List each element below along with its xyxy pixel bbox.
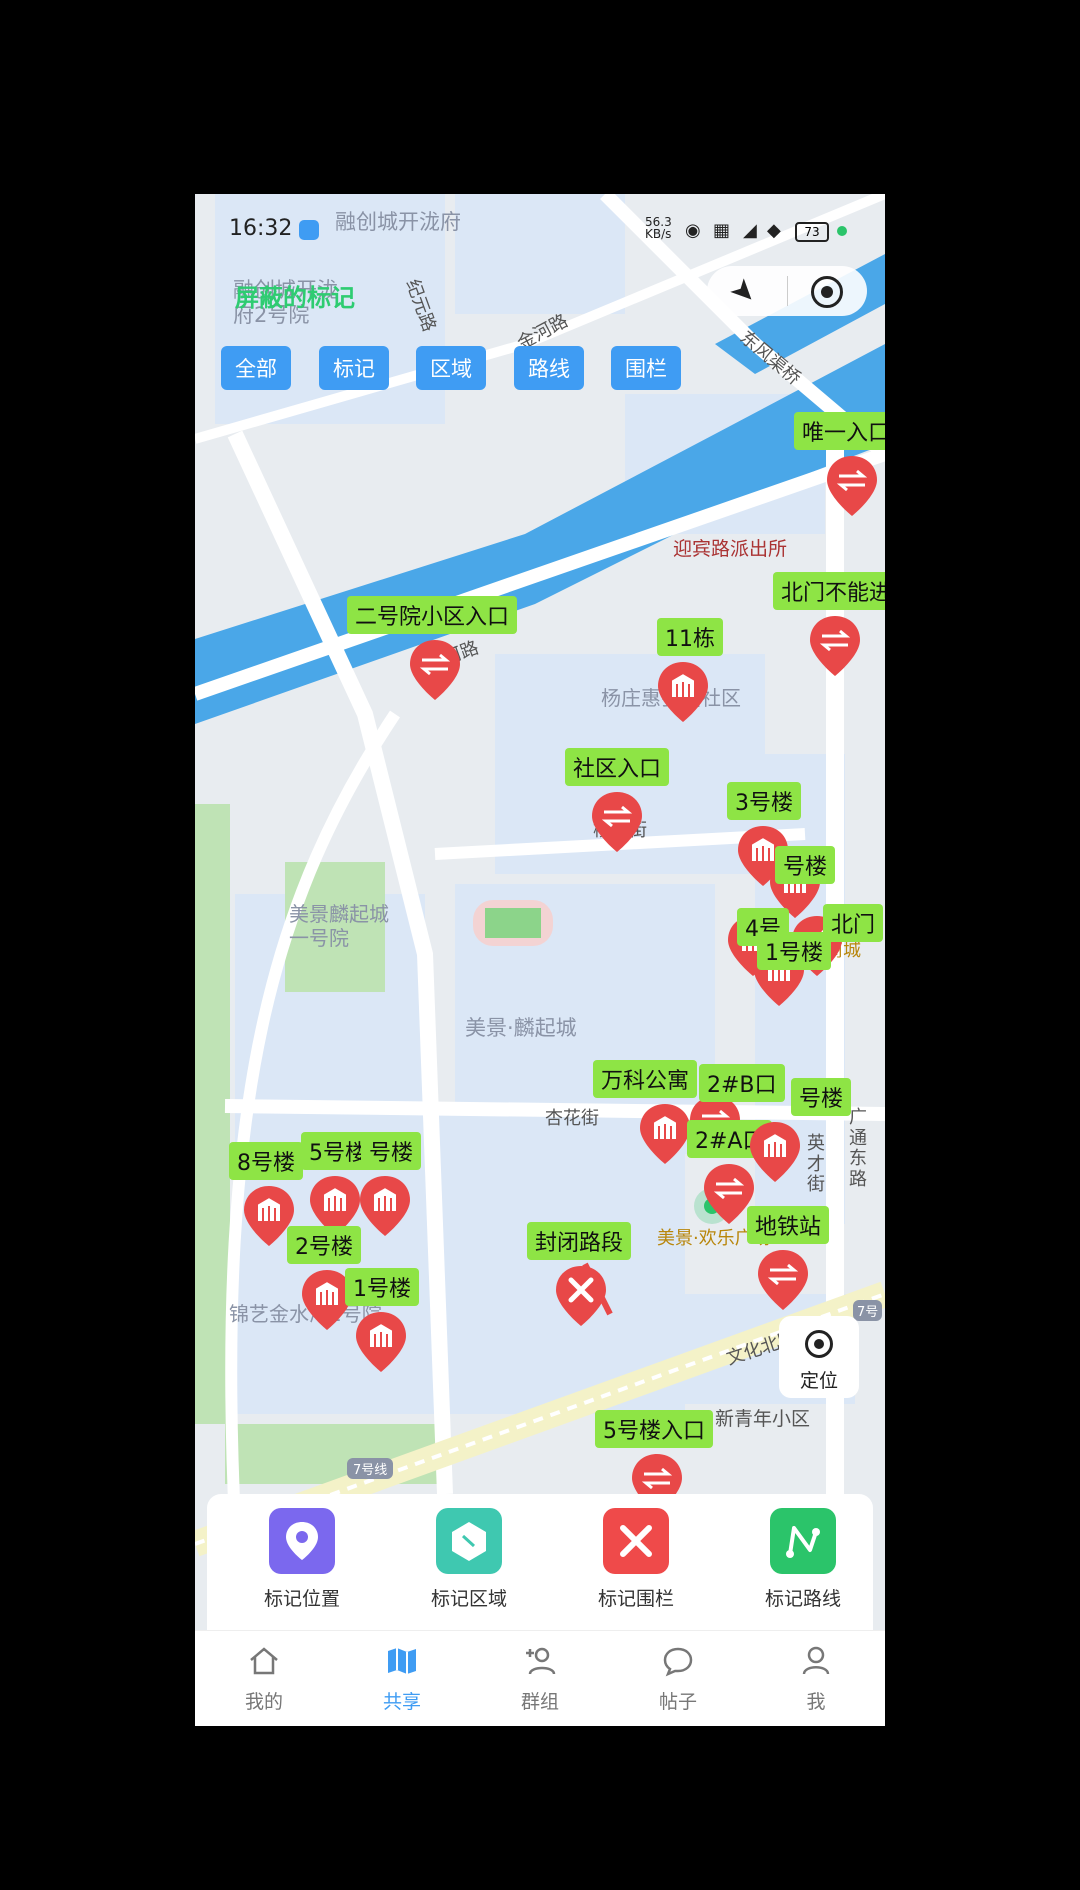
marker-label[interactable]: 5号楼入口 xyxy=(595,1410,713,1448)
mark-fence-button[interactable]: 标记围栏 xyxy=(576,1508,696,1611)
app-notification-icon xyxy=(299,220,319,240)
marker-label[interactable]: 2号楼 xyxy=(287,1226,361,1264)
entrance-pin-icon[interactable] xyxy=(590,790,644,854)
marker-label[interactable]: 北门不能进 xyxy=(773,572,885,610)
locate-button[interactable]: 定位 xyxy=(779,1316,859,1398)
marker-label[interactable]: 号楼 xyxy=(361,1132,422,1170)
map-controls: ➤ xyxy=(707,266,867,316)
bottom-nav: 我的 共享 群组 帖子 我 xyxy=(195,1630,885,1726)
entrance-pin-icon[interactable] xyxy=(808,614,862,678)
filter-areas[interactable]: 区域 xyxy=(416,346,486,390)
marker-label[interactable]: 号楼 xyxy=(775,846,836,884)
battery-icon: 73 xyxy=(795,222,829,242)
map-icon xyxy=(388,1648,416,1674)
navigate-arrow-icon[interactable]: ➤ xyxy=(722,270,765,313)
action-label: 标记路线 xyxy=(764,1588,841,1610)
marker-label[interactable]: 号楼 xyxy=(791,1078,852,1116)
tab-mine[interactable]: 我的 xyxy=(219,1643,309,1714)
home-icon xyxy=(250,1647,278,1675)
route-icon xyxy=(770,1508,836,1574)
net-speed: 56.3 KB/s xyxy=(645,215,672,241)
hexagon-area-icon xyxy=(436,1508,502,1574)
action-label: 标记区域 xyxy=(430,1588,507,1610)
filter-all[interactable]: 全部 xyxy=(221,346,291,390)
marker-label[interactable]: 8号楼 xyxy=(229,1142,303,1180)
action-label: 标记位置 xyxy=(263,1588,340,1610)
phone-screen: 融创城开泷府 融创城开泷府2号院 纪元路 金河路 东风渠桥 江河路 迎宾路派出所… xyxy=(195,194,885,1726)
filter-marks[interactable]: 标记 xyxy=(319,346,389,390)
location-pin-icon xyxy=(269,1508,335,1574)
map-label-police: 迎宾路派出所 xyxy=(673,538,788,560)
map-label-metro: 7号线 xyxy=(347,1458,394,1479)
nfc-icon: ▦ xyxy=(713,220,731,241)
building-pin-icon[interactable] xyxy=(748,1120,802,1184)
marker-label[interactable]: 二号院小区入口 xyxy=(347,596,518,634)
marker-label[interactable]: 社区入口 xyxy=(565,748,670,786)
map-label-road: 英才街 xyxy=(807,1133,825,1196)
tab-posts[interactable]: 帖子 xyxy=(633,1643,723,1714)
privacy-dot-icon xyxy=(837,226,847,236)
mark-route-button[interactable]: 标记路线 xyxy=(743,1508,863,1611)
map-label-estate: 美景·麟起城 xyxy=(465,1016,577,1040)
locate-label: 定位 xyxy=(799,1370,838,1392)
tab-label: 群组 xyxy=(520,1691,559,1713)
tab-label: 共享 xyxy=(382,1691,421,1713)
entrance-pin-icon[interactable] xyxy=(825,454,879,518)
mark-location-button[interactable]: 标记位置 xyxy=(242,1508,362,1611)
close-x-icon xyxy=(603,1508,669,1574)
marker-label[interactable]: 地铁站 xyxy=(747,1206,830,1244)
building-pin-icon[interactable] xyxy=(656,660,710,724)
map-label-road: 广通东路 xyxy=(849,1107,867,1191)
action-label: 标记围栏 xyxy=(597,1588,674,1610)
tab-label: 帖子 xyxy=(658,1691,697,1713)
marker-label[interactable]: 万科公寓 xyxy=(593,1060,698,1098)
marker-label[interactable]: 3号楼 xyxy=(727,782,801,820)
tab-label: 我的 xyxy=(244,1691,283,1713)
shielded-markers-label[interactable]: 屏蔽的标记 xyxy=(235,278,355,313)
marker-label[interactable]: 北门 xyxy=(823,904,884,942)
building-pin-icon[interactable] xyxy=(358,1174,412,1238)
tab-groups[interactable]: 群组 xyxy=(495,1643,585,1714)
action-panel: 标记位置 标记区域 标记围栏 标记路线 xyxy=(207,1494,873,1632)
map-label-metro: 7号 xyxy=(853,1300,883,1321)
tab-label: 我 xyxy=(806,1691,826,1713)
locate-target-icon[interactable] xyxy=(811,276,843,308)
tab-me[interactable]: 我 xyxy=(771,1643,861,1714)
tab-share[interactable]: 共享 xyxy=(357,1643,447,1714)
entrance-pin-icon[interactable] xyxy=(756,1248,810,1312)
chat-icon xyxy=(663,1647,693,1677)
marker-label[interactable]: 11栋 xyxy=(657,618,723,656)
building-pin-icon[interactable] xyxy=(638,1102,692,1166)
filter-routes[interactable]: 路线 xyxy=(514,346,584,390)
mark-area-button[interactable]: 标记区域 xyxy=(409,1508,529,1611)
status-bar: 16:32 56.3 KB/s ◉ ▦ ◢ ◆ 73 xyxy=(195,194,885,264)
closed-road-pin-icon[interactable] xyxy=(554,1264,608,1328)
wifi-icon: ◆ xyxy=(767,220,781,241)
crosshair-icon xyxy=(805,1330,833,1358)
map-label-estate: 新青年小区 xyxy=(715,1408,811,1430)
person-icon xyxy=(802,1646,830,1675)
add-user-icon xyxy=(526,1647,556,1675)
filter-fences[interactable]: 围栏 xyxy=(611,346,681,390)
map-label-estate: 美景麟起城一号院 xyxy=(289,902,389,950)
entrance-pin-icon[interactable] xyxy=(408,638,462,702)
map-label-street: 杏花街 xyxy=(545,1108,599,1129)
marker-label[interactable]: 唯一入口 xyxy=(794,412,885,450)
status-time: 16:32 xyxy=(229,216,293,241)
marker-label[interactable]: 1号楼 xyxy=(757,932,831,970)
building-pin-icon[interactable] xyxy=(354,1310,408,1374)
marker-label[interactable]: 1号楼 xyxy=(345,1268,419,1306)
signal-icon: ◢ xyxy=(743,220,757,241)
location-status-icon: ◉ xyxy=(685,220,701,241)
marker-label[interactable]: 封闭路段 xyxy=(527,1222,632,1260)
marker-label[interactable]: 2#B口 xyxy=(699,1064,785,1102)
